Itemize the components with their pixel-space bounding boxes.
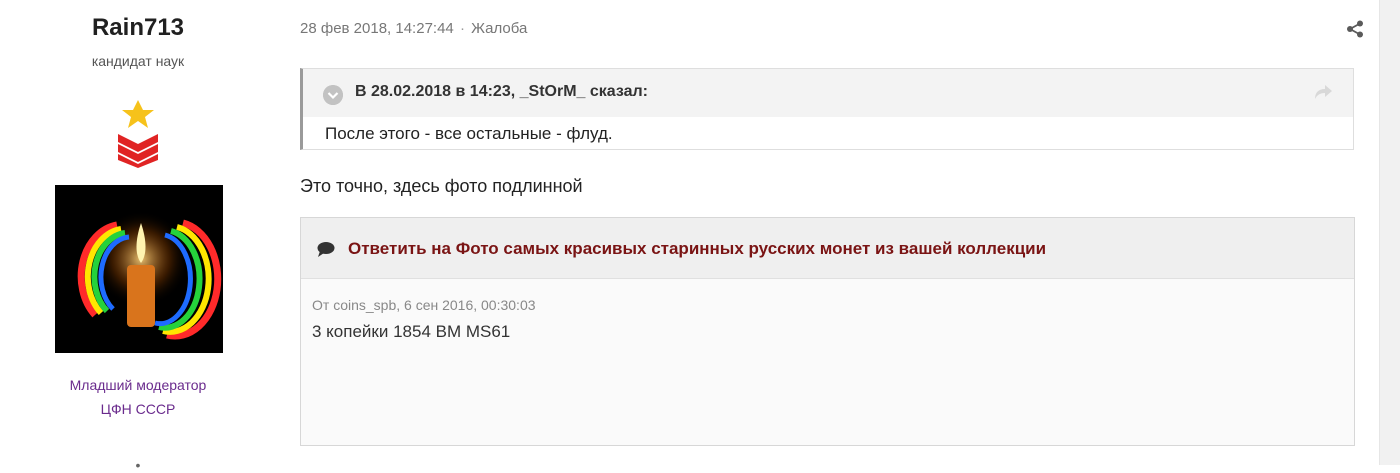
embed-header: Ответить на Фото самых красивых старинны… bbox=[301, 218, 1354, 279]
forward-arrow-icon[interactable] bbox=[1313, 83, 1333, 101]
embed-title-link[interactable]: Ответить на Фото самых красивых старинны… bbox=[348, 239, 1046, 259]
author-name[interactable]: Rain713 bbox=[40, 14, 236, 42]
embed-text: 3 копейки 1854 ВМ MS61 bbox=[312, 322, 511, 341]
share-icon[interactable] bbox=[1346, 20, 1364, 38]
embed-author-date: От coins_spb, 6 сен 2016, 00:30:03 bbox=[312, 297, 536, 313]
post-meta: 28 фев 2018, 14:27:44 · Жалоба bbox=[300, 20, 527, 37]
report-link[interactable]: Жалоба bbox=[471, 20, 527, 37]
scrollbar[interactable] bbox=[1379, 0, 1400, 465]
post-body-text: Это точно, здесь фото подлинной bbox=[300, 176, 583, 196]
author-group[interactable]: Младший модератор ЦФН СССР bbox=[40, 373, 236, 421]
quote-text: После этого - все остальные - флуд. bbox=[325, 124, 613, 143]
quote-header: В 28.02.2018 в 14:23, _StOrM_ сказал: bbox=[303, 69, 1353, 117]
chevron-down-icon[interactable] bbox=[323, 85, 343, 105]
author-extra: • bbox=[135, 457, 141, 473]
chat-bubble-icon bbox=[317, 242, 335, 257]
author-panel: Rain713 кандидат наук Младший модератор … bbox=[40, 0, 236, 473]
meta-separator: · bbox=[459, 20, 465, 37]
author-group-line1: Младший модератор bbox=[69, 377, 207, 393]
quote-block: В 28.02.2018 в 14:23, _StOrM_ сказал: По… bbox=[300, 68, 1354, 150]
quote-citation: В 28.02.2018 в 14:23, _StOrM_ сказал: bbox=[355, 83, 648, 100]
author-rank: кандидат наук bbox=[91, 53, 185, 69]
post-date[interactable]: 28 фев 2018, 14:27:44 bbox=[300, 20, 454, 37]
rank-badge-icon bbox=[118, 100, 158, 168]
author-group-line2: ЦФН СССР bbox=[100, 401, 176, 417]
avatar[interactable] bbox=[55, 185, 223, 353]
embedded-post[interactable]: Ответить на Фото самых красивых старинны… bbox=[300, 217, 1355, 446]
